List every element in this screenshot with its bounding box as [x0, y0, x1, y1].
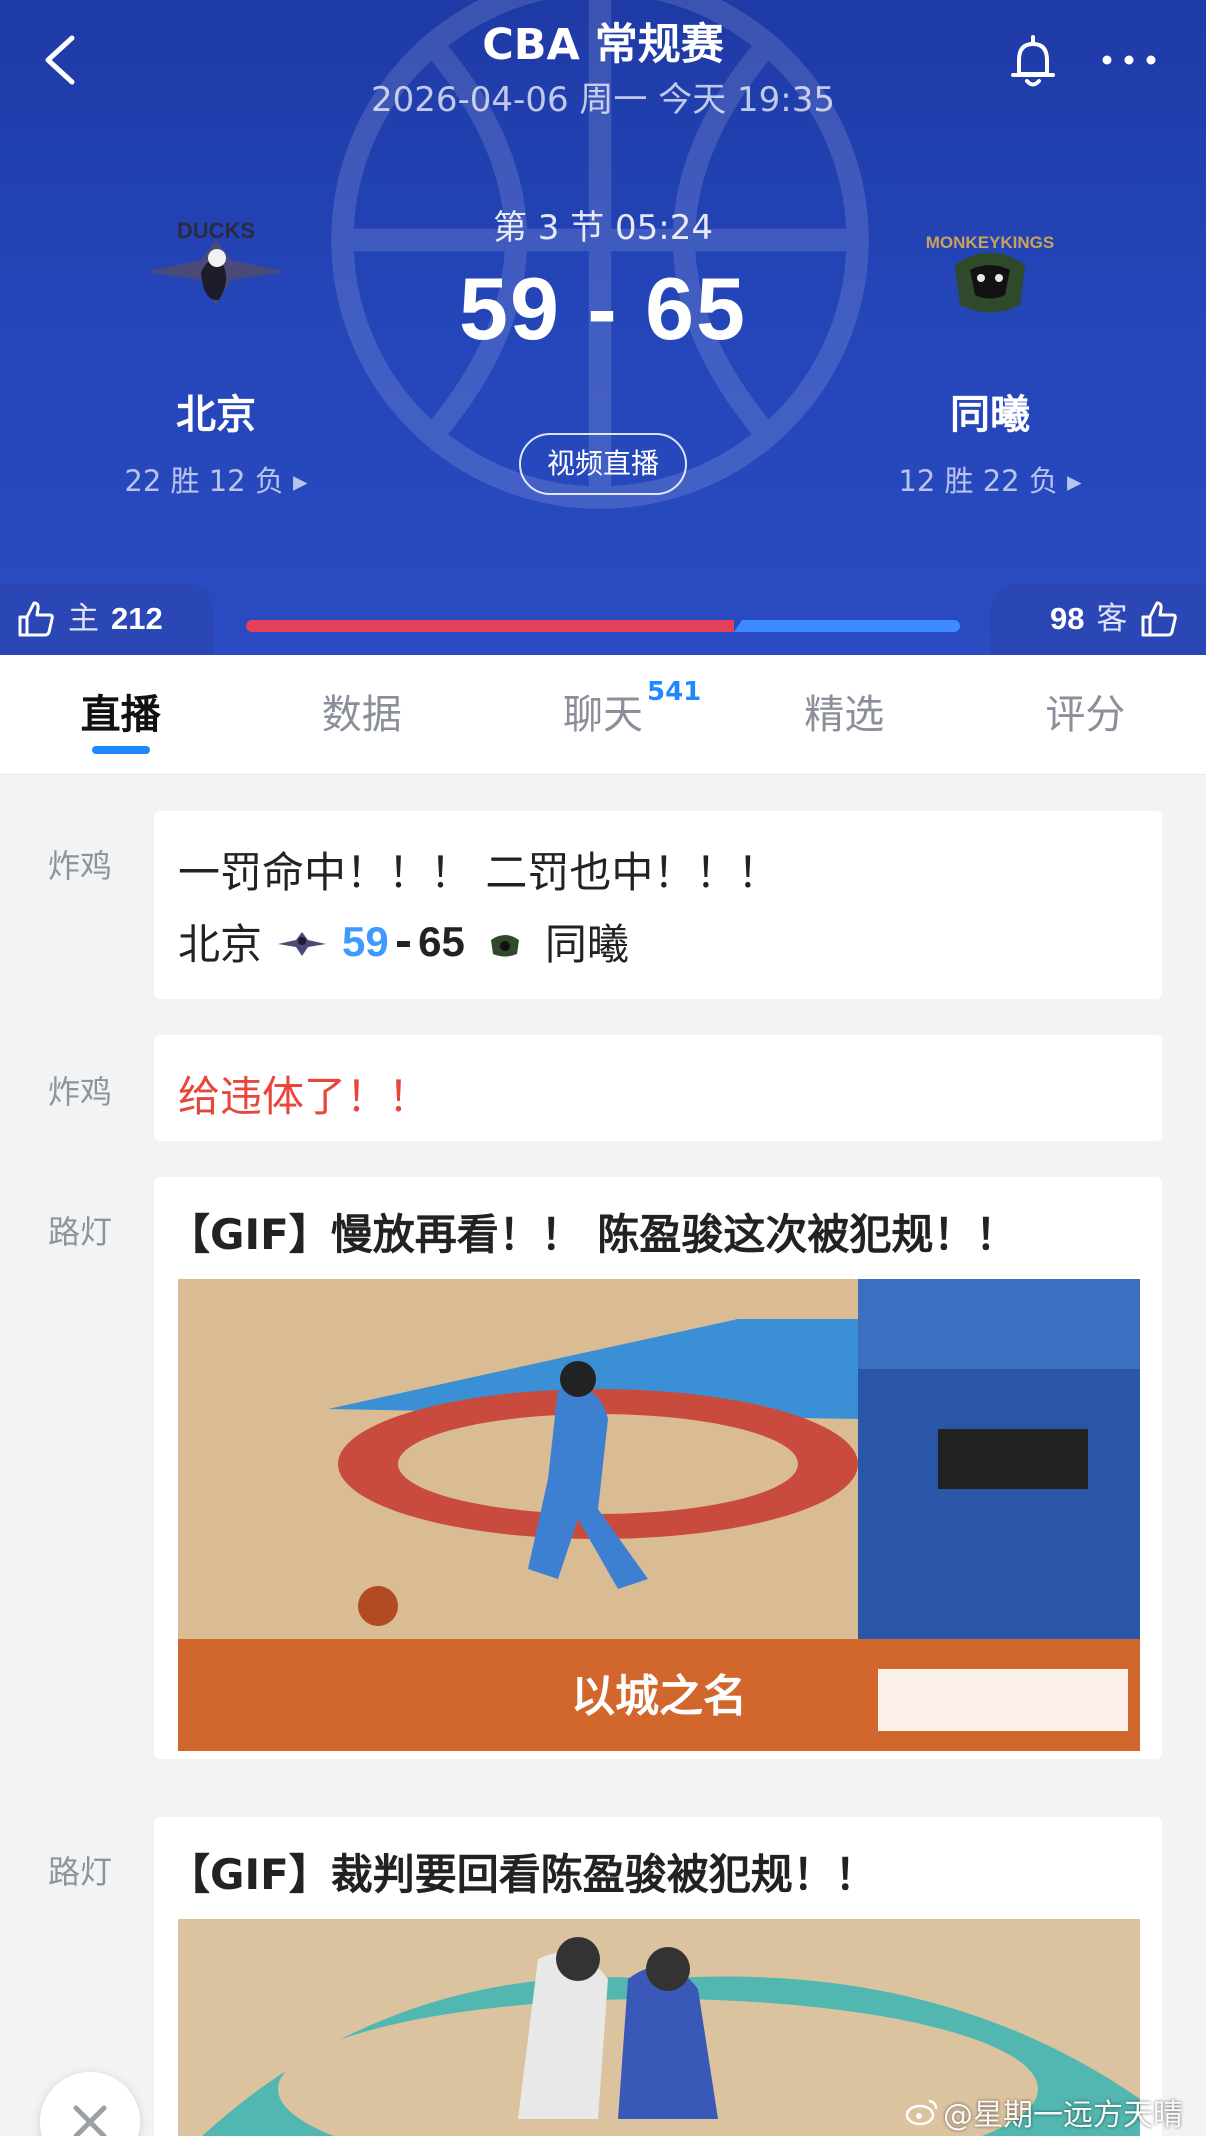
weibo-watermark: @星期一远方天晴 [905, 2090, 1183, 2134]
chat-count-badge: 541 [647, 677, 702, 707]
tab-ratings[interactable]: 评分 [965, 655, 1206, 774]
feed-author: 路灯 [48, 1853, 113, 1891]
feed-card: 一罚命中！！！ 二罚也中！！！ 北京 59 - 65 同曦 [154, 811, 1162, 999]
monkeykings-logo-icon[interactable]: MONKEYKINGS [915, 210, 1065, 330]
support-bar: 主 212 98 客 [0, 583, 1206, 655]
home-record-text: 22 胜 12 负 [124, 464, 284, 498]
video-live-button[interactable]: 视频直播 [519, 433, 687, 495]
tab-chat[interactable]: 聊天 541 [482, 655, 723, 774]
away-support-bar [734, 620, 960, 632]
feed-card: 给违体了！！ [154, 1035, 1162, 1141]
monkeykings-mini-logo-icon [490, 934, 519, 956]
tab-chat-label: 聊天 [563, 692, 643, 738]
feed-text: 给违体了！！ [178, 1072, 431, 1121]
feed-author: 炸鸡 [48, 847, 113, 885]
gif-player[interactable]: 以城之名 [178, 1279, 1140, 1751]
feed-card: 【GIF】裁判要回看陈盈骏被犯规！！ [154, 1817, 1162, 2136]
tab-live[interactable]: 直播 [0, 655, 241, 774]
feed-score-line: 北京 59 - 65 同曦 [178, 911, 629, 972]
tab-bar: 直播 数据 聊天 541 精选 评分 [0, 655, 1206, 775]
tab-highlights-label: 精选 [804, 692, 885, 738]
away-team-record[interactable]: 12 胜 22 负 ▸ [860, 458, 1120, 500]
monkeykings-logo-text: MONKEYKINGS [926, 233, 1054, 252]
page-title: CBA 常规赛 [482, 20, 724, 70]
match-header: CBA 常规赛 2026-04-06 周一 今天 19:35 DUCKS 北京 … [0, 0, 1206, 655]
score-line-home-team: 北京 [178, 920, 263, 969]
score-line-dash: - [394, 917, 413, 966]
feed-author: 炸鸡 [48, 1073, 113, 1111]
live-feed: 炸鸡 一罚命中！！！ 二罚也中！！！ 北京 59 - 65 同曦 炸鸡 给违体了… [0, 775, 1206, 2136]
thumbs-up-icon[interactable] [16, 599, 56, 639]
feed-author: 路灯 [48, 1213, 113, 1251]
home-like-box[interactable]: 主 212 [0, 583, 214, 655]
score-line-away-team: 同曦 [544, 920, 629, 969]
away-team-name: 同曦 [950, 392, 1030, 438]
gif-caption: 以城之名 [571, 1671, 747, 1722]
score-line-away-score: 65 [418, 917, 465, 965]
watermark-text: @星期一远方天晴 [943, 2098, 1183, 2133]
home-like-label: 主 [68, 601, 99, 637]
feed-text: 一罚命中！！！ 二罚也中！！！ [178, 848, 780, 897]
tab-ratings-label: 评分 [1045, 692, 1126, 738]
tab-live-label: 直播 [80, 692, 161, 738]
active-tab-indicator [91, 746, 150, 754]
ducks-mini-logo-icon [278, 931, 327, 956]
match-datetime: 2026-04-06 周一 今天 19:35 [371, 80, 835, 120]
away-record-text: 12 胜 22 负 [898, 464, 1058, 498]
home-team-name: 北京 [176, 392, 256, 438]
away-like-box[interactable]: 98 客 [990, 583, 1206, 655]
feed-card: 【GIF】慢放再看！！ 陈盈骏这次被犯规！！ 以城之名 [154, 1177, 1162, 1759]
score-line-home-score: 59 [342, 917, 389, 965]
tab-stats-label: 数据 [321, 692, 402, 738]
home-support-bar [246, 620, 734, 632]
tab-stats[interactable]: 数据 [241, 655, 482, 774]
home-like-count: 212 [111, 601, 163, 636]
feed-gif-title: 【GIF】慢放再看！！ 陈盈骏这次被犯规！！ [168, 1210, 1018, 1259]
home-team-record[interactable]: 22 胜 12 负 ▸ [86, 458, 346, 500]
away-like-count: 98 [1050, 601, 1085, 636]
weibo-icon [905, 2099, 938, 2126]
thumbs-up-icon[interactable] [1139, 599, 1179, 639]
away-team: MONKEYKINGS 同曦 12 胜 22 负 ▸ [860, 210, 1120, 500]
tab-highlights[interactable]: 精选 [724, 655, 965, 774]
feed-gif-title: 【GIF】裁判要回看陈盈骏被犯规！！ [168, 1850, 877, 1899]
away-like-label: 客 [1096, 601, 1128, 637]
